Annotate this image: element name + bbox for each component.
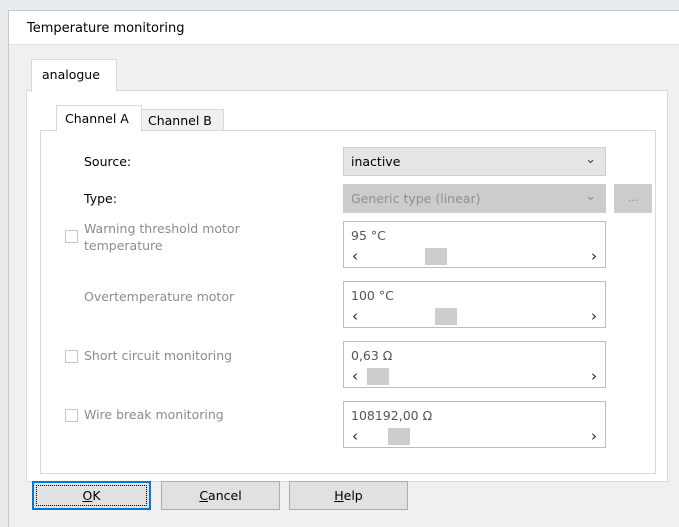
overtemp-slider[interactable]: 100 °C ‹ › (343, 281, 606, 328)
overtemp-label: Overtemperature motor (84, 289, 235, 304)
ok-label: OK (82, 488, 101, 503)
warning-scrollbar[interactable]: ‹ › (349, 247, 600, 265)
short-circuit-slider[interactable]: 0,63 Ω ‹ › (343, 341, 606, 388)
type-label: Type: (84, 191, 117, 206)
type-value: Generic type (linear) (351, 191, 481, 206)
tab-analogue-label: analogue (42, 67, 100, 82)
scroll-left-icon[interactable]: ‹ (352, 427, 358, 445)
tab-channel-a-label: Channel A (65, 111, 129, 126)
title-bar[interactable]: Temperature monitoring (9, 11, 679, 45)
cancel-label: Cancel (199, 488, 242, 503)
dialog-window: Temperature monitoring analogue Channel … (8, 10, 679, 527)
warning-thumb[interactable] (424, 248, 447, 265)
tab-channel-a[interactable]: Channel A (56, 105, 142, 131)
warning-label: Warning threshold motor temperature (84, 221, 240, 253)
short-circuit-checkbox[interactable] (65, 350, 78, 363)
scroll-right-icon[interactable]: › (591, 247, 597, 265)
analogue-panel: Channel A Channel B Source: inactive ⌄ T… (26, 90, 668, 482)
warning-value: 95 °C (351, 228, 386, 243)
source-select[interactable]: inactive ⌄ (343, 147, 606, 176)
tab-analogue[interactable]: analogue (31, 59, 117, 92)
source-value: inactive (351, 154, 401, 169)
wire-break-label: Wire break monitoring (84, 407, 224, 422)
overtemp-thumb[interactable] (434, 308, 457, 325)
cancel-button[interactable]: Cancel (161, 481, 280, 510)
window-title: Temperature monitoring (27, 21, 185, 36)
short-circuit-label: Short circuit monitoring (84, 348, 233, 363)
scroll-right-icon[interactable]: › (591, 367, 597, 385)
tab-channel-b-label: Channel B (148, 113, 212, 128)
short-circuit-scrollbar[interactable]: ‹ › (349, 367, 600, 385)
scroll-left-icon[interactable]: ‹ (352, 247, 358, 265)
help-button[interactable]: Help (289, 481, 408, 510)
short-circuit-value: 0,63 Ω (351, 348, 393, 363)
scroll-right-icon[interactable]: › (591, 307, 597, 325)
wire-break-value: 108192,00 Ω (351, 408, 433, 423)
source-label: Source: (84, 154, 132, 169)
ok-button[interactable]: OK (32, 481, 151, 510)
wire-break-thumb[interactable] (388, 428, 411, 445)
scroll-left-icon[interactable]: ‹ (352, 367, 358, 385)
scroll-left-icon[interactable]: ‹ (352, 307, 358, 325)
overtemp-value: 100 °C (351, 288, 394, 303)
type-browse-button[interactable]: ... (614, 184, 652, 213)
type-select[interactable]: Generic type (linear) ⌄ (343, 184, 606, 213)
short-circuit-thumb[interactable] (367, 368, 389, 385)
tab-channel-b[interactable]: Channel B (141, 109, 224, 131)
warning-checkbox[interactable] (65, 230, 78, 243)
warning-slider[interactable]: 95 °C ‹ › (343, 221, 606, 268)
help-label: Help (334, 488, 363, 503)
wire-break-scrollbar[interactable]: ‹ › (349, 427, 600, 445)
wire-break-checkbox[interactable] (65, 409, 78, 422)
chevron-down-icon: ⌄ (585, 152, 596, 167)
scroll-right-icon[interactable]: › (591, 427, 597, 445)
overtemp-scrollbar[interactable]: ‹ › (349, 307, 600, 325)
wire-break-slider[interactable]: 108192,00 Ω ‹ › (343, 401, 606, 448)
channel-panel: Source: inactive ⌄ Type: Generic type (l… (40, 130, 656, 474)
chevron-down-icon: ⌄ (585, 189, 596, 204)
